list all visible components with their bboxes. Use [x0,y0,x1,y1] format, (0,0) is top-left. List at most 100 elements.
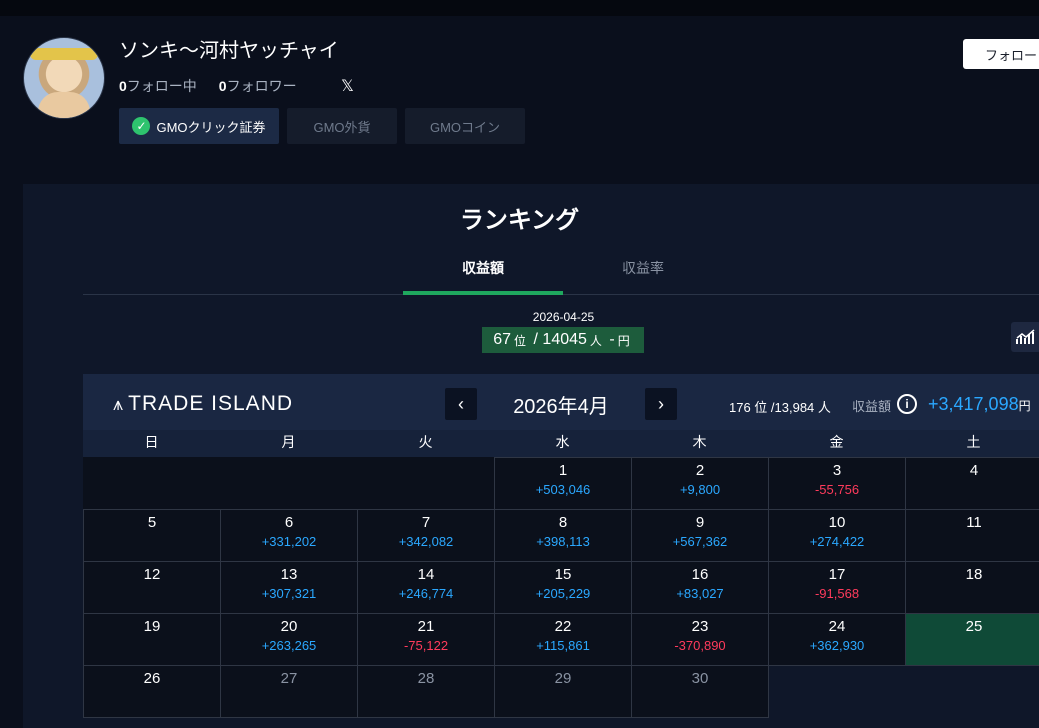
profile-name: ソンキ〜河村ヤッチャイ [119,40,339,62]
info-icon[interactable]: i [897,394,917,414]
day-number: 19 [143,618,161,635]
tab-income-rate[interactable]: 収益率 [563,258,723,294]
total-unit: 人 [589,333,602,348]
calendar-day-10[interactable]: 10 +274,422 [768,509,906,562]
calendar-day-19[interactable]: 19 [83,613,221,666]
weekday-sat: 土 [966,434,981,450]
calendar-day-23[interactable]: 23 -370,890 [631,613,769,666]
chart-icon[interactable] [1011,322,1039,352]
calendar-day-8[interactable]: 8 +398,113 [494,509,632,562]
calendar-day-27[interactable]: 27 [220,665,358,718]
day-number: 13 [280,566,298,583]
day-number: 26 [143,670,161,687]
calendar-day-3[interactable]: 3 -55,756 [768,457,906,510]
day-number: 23 [691,618,709,635]
calendar-day-5[interactable]: 5 [83,509,221,562]
weekday-fri: 金 [829,434,844,450]
ranking-date: 2026-04-25 [532,310,595,324]
weekday-tue: 火 [418,434,433,450]
day-profit: +115,861 [536,638,590,653]
avatar-figure [38,92,90,118]
day-profit: +205,229 [535,586,591,601]
broker-label: GMO外貨 [313,119,371,135]
avatar[interactable] [23,37,105,119]
day-number: 18 [965,566,983,583]
calendar-day-7[interactable]: 7 +342,082 [357,509,495,562]
calendar-day-15[interactable]: 15 +205,229 [494,561,632,614]
calendar-day-1[interactable]: 1 +503,046 [494,457,632,510]
calendar-day-30[interactable]: 30 [631,665,769,718]
following-count[interactable]: 0 [119,78,127,94]
calendar-day-11[interactable]: 11 [905,509,1039,562]
calendar-day-16[interactable]: 16 +83,027 [631,561,769,614]
day-profit: +274,422 [809,534,865,549]
day-number: 5 [147,514,157,531]
calendar-day-28[interactable]: 28 [357,665,495,718]
rank-unit: 位 [514,333,527,348]
calendar-cell-empty [83,457,221,510]
day-number: 30 [691,670,709,687]
top-band [0,0,1039,16]
day-number: 9 [695,514,705,531]
active-tab-indicator [403,291,563,295]
day-number: 16 [691,566,709,583]
followers-count[interactable]: 0 [219,78,227,94]
calendar-day-21[interactable]: 21 -75,122 [357,613,495,666]
calendar-day-17[interactable]: 17 -91,568 [768,561,906,614]
broker-tab-gmo-fx[interactable]: GMO外貨 [287,108,397,144]
calendar-day-22[interactable]: 22 +115,861 [494,613,632,666]
day-number: 20 [280,618,298,635]
income-label: 収益額 [852,399,892,414]
following-label[interactable]: フォロー中 [127,78,197,94]
weekday-sun: 日 [144,434,159,450]
day-number: 15 [554,566,572,583]
day-profit: +503,046 [535,482,591,497]
calendar-day-6[interactable]: 6 +331,202 [220,509,358,562]
day-number: 24 [828,618,846,635]
weekday-mon: 月 [281,434,296,450]
rank-value: 67 [493,331,512,348]
calendar-day-9[interactable]: 9 +567,362 [631,509,769,562]
x-icon[interactable]: 𝕏 [341,76,354,96]
day-profit: +331,202 [261,534,317,549]
profile-header: ソンキ〜河村ヤッチャイ 0フォロー中 0フォロワー 𝕏 ✓ GMOクリック証券 G… [0,16,1039,184]
calendar-day-20[interactable]: 20 +263,265 [220,613,358,666]
day-number: 22 [554,618,572,635]
day-number: 1 [558,462,568,479]
chevron-left-icon[interactable]: ‹ [445,388,477,420]
day-number: 3 [832,462,842,479]
monthly-rank: 176 位 /13,984 人 [729,400,831,415]
day-number: 2 [695,462,705,479]
day-profit: +567,362 [672,534,728,549]
day-number: 4 [969,462,979,479]
tab-income-amount[interactable]: 収益額 [403,258,563,294]
calendar-day-24[interactable]: 24 +362,930 [768,613,906,666]
calendar-day-2[interactable]: 2 +9,800 [631,457,769,510]
calendar-day-14[interactable]: 14 +246,774 [357,561,495,614]
follow-button[interactable]: フォロー [963,39,1039,69]
calendar-day-26[interactable]: 26 [83,665,221,718]
monthly-income: +3,417,098円 [928,394,1031,415]
weekday-wed: 水 [555,434,570,450]
day-profit: +362,930 [809,638,865,653]
weekday-header: 日 月 火 水 木 金 土 [83,430,1039,457]
day-profit: +263,265 [261,638,317,653]
followers-label[interactable]: フォロワー [227,78,297,94]
day-number: 29 [554,670,572,687]
calendar-day-25[interactable]: 25 [905,613,1039,666]
broker-tab-gmo-click[interactable]: ✓ GMOクリック証券 [119,108,279,144]
broker-label: GMOクリック証券 [156,119,266,135]
calendar-day-29[interactable]: 29 [494,665,632,718]
chevron-right-icon[interactable]: › [645,388,677,420]
day-number: 12 [143,566,161,583]
logo-mark-icon: ⩚ [113,394,125,414]
calendar-day-18[interactable]: 18 [905,561,1039,614]
calendar-day-13[interactable]: 13 +307,321 [220,561,358,614]
calendar-day-4[interactable]: 4 [905,457,1039,510]
daily-rank-box: 67 位 / 14045 人 -円 [482,327,644,353]
day-profit: +307,321 [261,586,317,601]
logo-text: TRADE ISLAND [128,392,294,415]
calendar-day-12[interactable]: 12 [83,561,221,614]
broker-tab-gmo-coin[interactable]: GMOコイン [405,108,525,144]
rank-amount: - [609,331,615,348]
